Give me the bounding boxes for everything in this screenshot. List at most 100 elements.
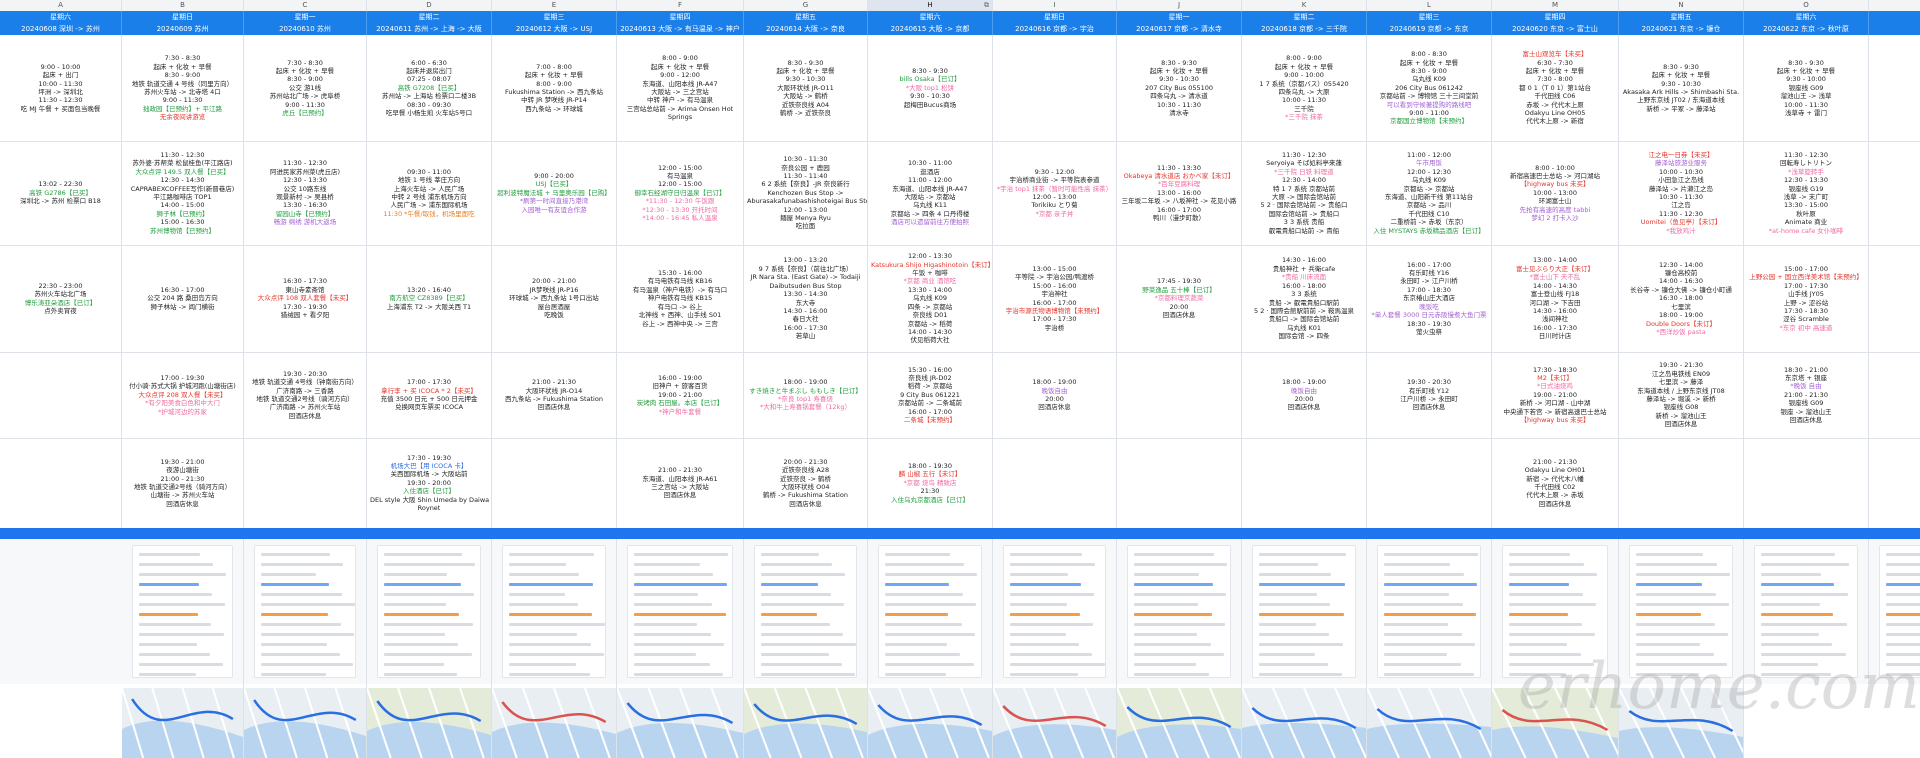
column-header-n[interactable]: N [1619,0,1744,11]
schedule-cell[interactable] [1117,352,1242,438]
schedule-cell[interactable]: 8:00 - 9:00 起床 + 化妆 + 早餐 9:00 - 12:00 东海道、山… [617,35,744,141]
schedule-cell[interactable]: 16:30 - 17:00 公交 204 路 桑田岛方向 狮子林站 -> 阊门横街 [122,245,244,352]
route-screenshot-thumbnail[interactable] [1003,545,1106,678]
schedule-cell[interactable]: 7:30 - 8:30 起床 + 化妆 + 早餐 8:30 - 9:00 公交 游1线… [244,35,367,141]
schedule-cell[interactable]: 9:30 - 12:00 宇治桥商业街 -> 平等院表参道 *宇治 top1 抹茶（… [993,141,1117,245]
schedule-cell[interactable] [1367,438,1492,528]
map-thumbnail[interactable] [122,688,243,758]
schedule-cell[interactable]: 17:45 - 19:30 野菜逸品 五十棒【已订】 *京都料理京蔬菜 20:00 回酒… [1117,245,1242,352]
schedule-cell[interactable]: Ino [1869,35,1920,141]
schedule-cell[interactable]: 8:30 - 9:30 起床 + 化妆 + 早餐 9:30 - 10:30 Akasa… [1619,35,1744,141]
schedule-cell[interactable]: 13:00 - 14:00 富士见ぶらり大正【未订】 *富士山下 天不乱 14:00 … [1492,245,1619,352]
route-screenshot-thumbnail[interactable] [878,545,982,678]
schedule-cell[interactable]: 8:30 - 9:30 起床 + 化妆 + 早餐 9:30 - 10:30 大阪环状线… [744,35,868,141]
route-header[interactable] [1869,23,1920,35]
schedule-cell[interactable]: 8:00 - 10:00 新宿高速巴士总站 -> 河口湖站 【highway bus… [1492,141,1619,245]
schedule-cell[interactable]: 11:30 - 12:30 苏外婆·苏帮菜 松鼠桂鱼(平江路店) 大众点评 149.… [122,141,244,245]
column-header-f[interactable]: F [617,0,744,11]
route-header[interactable]: 20240613 大阪 -> 有马温泉 -> 神户 [617,23,744,35]
schedule-cell[interactable]: 富士山观览车【未买】 6:30 - 7:30 起床 + 化妆 + 早餐 7:30 - … [1492,35,1619,141]
schedule-cell[interactable] [1619,438,1744,528]
map-thumbnail[interactable] [744,688,867,758]
schedule-cell[interactable] [1242,438,1367,528]
schedule-cell[interactable]: 9:00 - 20:00 USJ【已买】 超利波特魔法城 + 马里奥乐园【已购】 *刷… [492,141,617,245]
schedule-cell[interactable]: 19:30 - 20:30 有乐町线 Y12 江户川桥 -> 永田町 回酒店休息 [1367,352,1492,438]
schedule-cell[interactable]: 11:30 - 13:30 Okabeya 清水道店 おかべ家【未订】 *百年豆腐料… [1117,141,1242,245]
schedule-cell[interactable]: 19:30 - 21:30 江之岛电铁线 EN09 七里滨 -> 藤泽 东海道本线 /… [1619,352,1744,438]
embedded-screenshot-cell[interactable] [367,539,492,684]
embedded-map-cell[interactable] [1117,684,1242,758]
schedule-cell[interactable]: 16:00 - 17:00 有乐町线 Y16 永田町 -> 江户川桥 17:00 - … [1367,245,1492,352]
expand-icon[interactable]: ⧉ [984,0,989,11]
route-screenshot-thumbnail[interactable] [754,545,857,678]
embedded-map-cell[interactable] [492,684,617,758]
schedule-cell[interactable]: 15:00 - 17:00 上野公园 + 国立西洋美术馆【未预约】 17:00 - … [1744,245,1869,352]
schedule-cell[interactable]: 8:00 - 8:30 起床 + 化妆 + 早餐 8:30 - 9:00 乌丸线 K0… [1367,35,1492,141]
schedule-cell[interactable]: 7:00 - 8:00 起床 + 化妆 + 早餐 8:00 - 9:00 Fukush… [492,35,617,141]
schedule-cell[interactable]: 12:30 - 14:00 镰仓高校前 14:00 - 16:30 长谷寺 -> 镰仓… [1619,245,1744,352]
route-header[interactable]: 20240610 苏州 [244,23,367,35]
schedule-cell[interactable]: 11:30 - 12:30 阿进民家苏州菜(虎丘店) 12:30 - 13:30 公交… [244,141,367,245]
embedded-screenshot-cell[interactable] [492,539,617,684]
schedule-cell[interactable] [993,35,1117,141]
schedule-cell[interactable]: 15:30 - 16:00 奈良线 JR-D02 稻荷 -> 京都站 9 City B… [868,352,993,438]
embedded-map-cell[interactable] [744,684,868,758]
embedded-map-cell[interactable] [122,684,244,758]
schedule-cell[interactable]: 09:30 - 11:00 地铁 1 号线 莘庄方向 上海火车站 -> 人民广场 中转… [367,141,492,245]
route-header[interactable]: 20240614 大阪 -> 奈良 [744,23,868,35]
embedded-screenshot-cell[interactable] [122,539,244,684]
schedule-cell[interactable]: 7:30 - 8:30 起床 + 化妆 + 早餐 8:30 - 9:00 地铁 轨道交… [122,35,244,141]
route-screenshot-thumbnail[interactable] [377,545,481,678]
schedule-cell[interactable]: 13:00 - 13:20 9 7 系统【奈良】（前往北广场） JR Nara St… [744,245,868,352]
schedule-cell[interactable]: 18:00 - 19:00 晚饭自由 20:00 回酒店休息 [993,352,1117,438]
embedded-screenshot-cell[interactable] [1367,539,1492,684]
schedule-cell[interactable] [244,438,367,528]
route-header[interactable]: 20240611 苏州 -> 上海 -> 大阪 [367,23,492,35]
route-header[interactable]: 20240608 深圳 -> 苏州 [0,23,122,35]
map-thumbnail[interactable] [244,688,366,758]
embedded-screenshot-cell[interactable] [744,539,868,684]
column-header-l[interactable]: L [1367,0,1492,11]
route-screenshot-thumbnail[interactable] [502,545,606,678]
route-header[interactable]: 20240620 东京 -> 富士山 [1492,23,1619,35]
embedded-map-cell[interactable] [244,684,367,758]
column-header-j[interactable]: J [1117,0,1242,11]
map-thumbnail[interactable] [367,688,491,758]
schedule-cell[interactable]: 8:00 - 9:00 起床 + 化妆 + 早餐 9:00 - 10:00 1 7 系… [1242,35,1367,141]
map-thumbnail[interactable] [1242,688,1366,758]
route-header[interactable]: 20240616 京都 -> 宇治 [993,23,1117,35]
schedule-cell[interactable]: 13:20 - 16:40 南方航空 CZ8389【已买】 上海浦东 T2 -> 大… [367,245,492,352]
schedule-cell[interactable]: 20:00 - 21:30 近铁奈良线 A28 近铁奈良 -> 鹤桥 大阪环状线 O0… [744,438,868,528]
route-header[interactable]: 20240612 大阪 -> USJ [492,23,617,35]
schedule-cell[interactable]: 17:00 - 19:30 付小骑·苏式大锅 护城河跑(山塘街店) 大众点评 208… [122,352,244,438]
embedded-screenshot-cell[interactable] [993,539,1117,684]
embedded-screenshot-cell[interactable] [868,539,993,684]
schedule-cell[interactable] [1869,352,1920,438]
schedule-cell[interactable] [993,438,1117,528]
schedule-cell[interactable]: 8:30 - 9:30 起床 + 化妆 + 早餐 9:30 - 10:00 银座线 G… [1744,35,1869,141]
schedule-cell[interactable]: 12:00 - 13:30 Katsukura Shijo Higashinoto… [868,245,993,352]
route-header[interactable]: 20240609 苏州 [122,23,244,35]
schedule-cell[interactable]: 13: [1869,141,1920,245]
schedule-cell[interactable]: 21:00 - 21:30 东海道、山阳本线 JR-A61 三之宫站 -> 大阪站回… [617,438,744,528]
route-screenshot-thumbnail[interactable] [132,545,233,678]
embedded-map-cell[interactable] [1367,684,1492,758]
column-header-k[interactable]: K [1242,0,1367,11]
schedule-cell[interactable]: 11:30 - 12:30 Seryoiya そば処料亭来蓮 *三千院 日铁 料理道… [1242,141,1367,245]
route-header[interactable]: 20240621 东京 -> 镰仓 [1619,23,1744,35]
schedule-cell[interactable]: 19:30 - 21:00 夜游山塘街 21:00 - 21:30 地铁 轨道交通2号… [122,438,244,528]
schedule-cell[interactable] [1869,438,1920,528]
embedded-screenshot-cell[interactable] [1117,539,1242,684]
route-screenshot-thumbnail[interactable] [627,545,733,678]
column-header-b[interactable]: B [122,0,244,11]
schedule-cell[interactable]: 20:00 - 21:00 JR梦咲线 JR-P16 环球城 -> 西九条站 1号口… [492,245,617,352]
schedule-cell[interactable]: 19:30 - 20:30 地铁 轨道交通 4号线（钟南街方向） 广济南路 -> 三… [244,352,367,438]
route-header[interactable]: 20240618 京都 -> 三千院 [1242,23,1367,35]
route-screenshot-thumbnail[interactable] [1377,545,1481,678]
schedule-cell[interactable] [1744,438,1869,528]
schedule-cell[interactable]: 21:00 - 21:30 Odakyu Line OH01 新宿 -> 代代木八幡… [1492,438,1619,528]
schedule-cell[interactable] [492,438,617,528]
route-screenshot-thumbnail[interactable] [254,545,356,678]
schedule-cell[interactable] [0,438,122,528]
schedule-cell[interactable]: 深 [1869,245,1920,352]
